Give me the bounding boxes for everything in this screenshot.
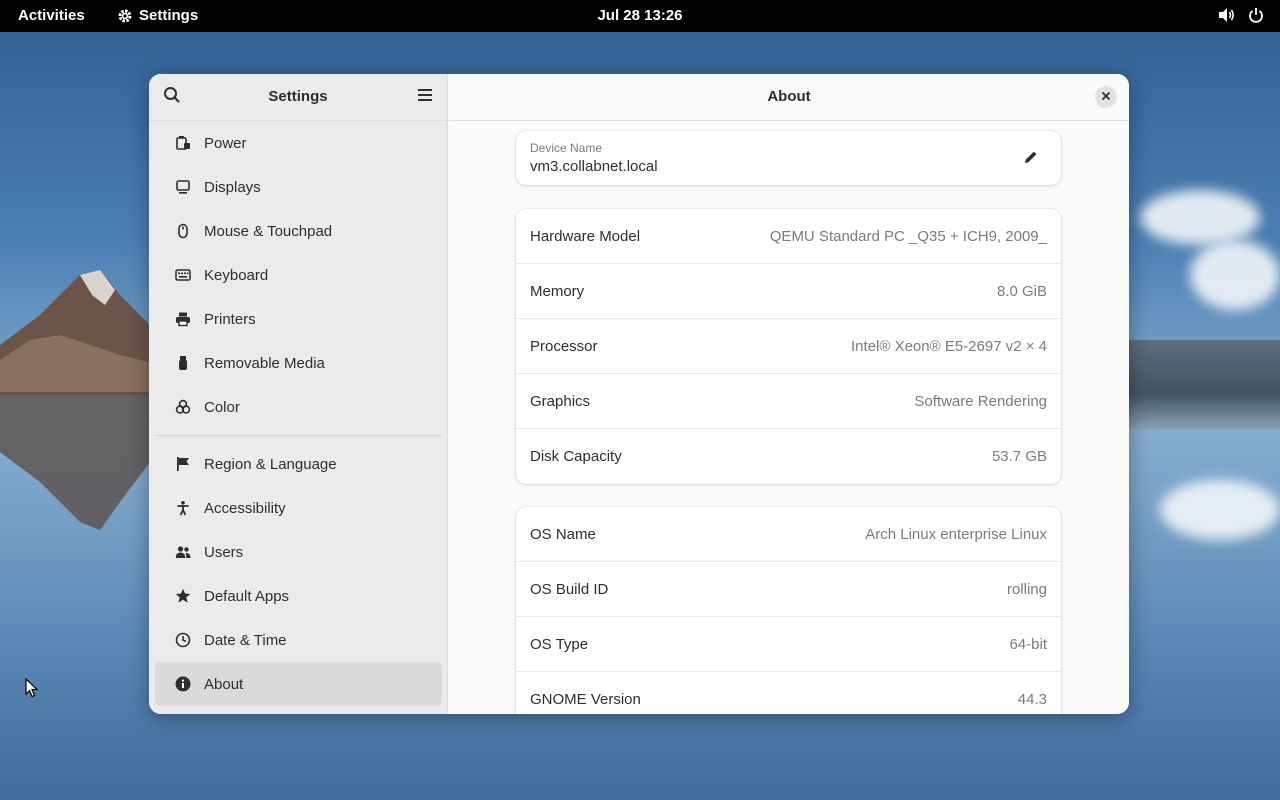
sidebar-item-color[interactable]: Color: [155, 385, 442, 429]
list-item: Memory 8.0 GiB: [516, 264, 1061, 319]
display-icon: [175, 179, 191, 195]
os-name-value: Arch Linux enterprise Linux: [865, 525, 1047, 543]
processor-label: Processor: [530, 337, 598, 355]
os-type-value: 64-bit: [1009, 635, 1047, 653]
sidebar-item-region-language[interactable]: Region & Language: [155, 442, 442, 486]
main-panel: About Device Name vm3.collabnet.local Ha…: [449, 74, 1129, 714]
list-item: OS Build ID rolling: [516, 562, 1061, 617]
sidebar-item-date-time[interactable]: Date & Time: [155, 618, 442, 662]
mouse-pointer-icon: [25, 677, 39, 703]
sidebar-item-accessibility[interactable]: Accessibility: [155, 486, 442, 530]
clock-icon: [175, 632, 191, 648]
sidebar-item-label: Displays: [204, 178, 261, 196]
users-icon: [175, 544, 191, 560]
os-name-label: OS Name: [530, 525, 596, 543]
top-bar: Activities Settings Jul 28 13:26: [0, 0, 1280, 32]
device-name-value: vm3.collabnet.local: [530, 158, 658, 175]
settings-window: Settings Power Displays Mouse & Touchpad: [149, 74, 1129, 714]
processor-value: Intel® Xeon® E5-2697 v2 × 4: [851, 337, 1047, 355]
list-item: GNOME Version 44.3: [516, 672, 1061, 714]
sidebar-item-label: About: [204, 675, 244, 693]
hamburger-icon: [417, 88, 433, 107]
sidebar-item-label: Keyboard: [204, 266, 269, 284]
device-name-row[interactable]: Device Name vm3.collabnet.local: [516, 131, 1061, 185]
pencil-icon: [1023, 151, 1039, 169]
sidebar-item-printers[interactable]: Printers: [155, 297, 442, 341]
hardware-model-value: QEMU Standard PC _Q35 + ICH9, 2009_: [769, 227, 1047, 245]
graphics-value: Software Rendering: [914, 392, 1047, 410]
hardware-list: Hardware Model QEMU Standard PC _Q35 + IC…: [516, 209, 1061, 484]
sidebar-item-label: Region & Language: [204, 455, 337, 473]
sidebar-item-label: Users: [204, 543, 244, 561]
graphics-label: Graphics: [530, 392, 591, 410]
list-item: OS Type 64-bit: [516, 617, 1061, 672]
close-button[interactable]: [1095, 86, 1117, 108]
star-icon: [175, 588, 191, 604]
os-build-id-value: rolling: [1006, 580, 1047, 598]
mountain-left: [0, 270, 160, 395]
page-title: About: [767, 88, 811, 105]
about-content: Device Name vm3.collabnet.local Hardware…: [449, 121, 1129, 714]
sidebar-item-label: Date & Time: [204, 631, 287, 649]
list-item: Processor Intel® Xeon® E5-2697 v2 × 4: [516, 319, 1061, 374]
sidebar-item-displays[interactable]: Displays: [155, 165, 442, 209]
list-item: OS Name Arch Linux enterprise Linux: [516, 507, 1061, 562]
gnome-version-label: GNOME Version: [530, 691, 641, 708]
os-type-label: OS Type: [530, 635, 589, 653]
main-header: About: [449, 74, 1129, 121]
sidebar-item-keyboard[interactable]: Keyboard: [155, 253, 442, 297]
close-icon: [1101, 88, 1111, 106]
usb-icon: [175, 355, 191, 371]
sidebar-item-label: Power: [204, 134, 247, 152]
info-icon: [175, 676, 191, 692]
list-item: Disk Capacity 53.7 GB: [516, 429, 1061, 484]
sidebar-item-default-apps[interactable]: Default Apps: [155, 574, 442, 618]
mouse-icon: [175, 223, 191, 239]
printer-icon: [175, 311, 191, 327]
battery-icon: [175, 135, 191, 151]
sidebar-item-label: Mouse & Touchpad: [204, 222, 333, 240]
gnome-version-value: 44.3: [1017, 691, 1047, 708]
sidebar-separator: [155, 435, 442, 436]
power-icon: [1248, 7, 1264, 23]
hardware-model-label: Hardware Model: [530, 227, 641, 245]
os-build-id-label: OS Build ID: [530, 580, 609, 598]
sidebar-item-label: Accessibility: [204, 499, 286, 517]
accessibility-icon: [175, 500, 191, 516]
list-item: Graphics Software Rendering: [516, 374, 1061, 429]
sidebar: Settings Power Displays Mouse & Touchpad: [149, 74, 448, 714]
keyboard-icon: [175, 267, 191, 283]
sidebar-item-power[interactable]: Power: [155, 121, 442, 165]
system-menu[interactable]: [1218, 7, 1264, 23]
device-name-label: Device Name: [530, 141, 603, 155]
sidebar-title: Settings: [268, 88, 328, 105]
color-icon: [175, 399, 191, 415]
main-menu-button[interactable]: [409, 81, 441, 113]
edit-device-name-button[interactable]: [1023, 149, 1039, 170]
sidebar-list: Power Displays Mouse & Touchpad Keyboard…: [149, 121, 448, 706]
memory-label: Memory: [530, 282, 585, 300]
sidebar-item-about[interactable]: About: [155, 662, 442, 706]
list-item: Hardware Model QEMU Standard PC _Q35 + IC…: [516, 209, 1061, 264]
sidebar-item-label: Removable Media: [204, 354, 325, 372]
flag-icon: [175, 456, 191, 472]
memory-value: 8.0 GiB: [996, 282, 1047, 300]
disk-capacity-label: Disk Capacity: [530, 448, 622, 465]
sidebar-item-label: Default Apps: [204, 587, 290, 605]
volume-icon: [1218, 7, 1236, 23]
sidebar-header: Settings: [149, 74, 447, 121]
sidebar-item-label: Color: [204, 398, 240, 416]
os-list: OS Name Arch Linux enterprise Linux OS Bu…: [516, 507, 1061, 714]
sidebar-item-label: Printers: [204, 310, 256, 328]
sidebar-item-mouse[interactable]: Mouse & Touchpad: [155, 209, 442, 253]
sidebar-item-removable-media[interactable]: Removable Media: [155, 341, 442, 385]
sidebar-item-users[interactable]: Users: [155, 530, 442, 574]
disk-capacity-value: 53.7 GB: [991, 448, 1047, 465]
mountain-reflection: [0, 392, 160, 530]
clock[interactable]: Jul 28 13:26: [0, 7, 1280, 24]
